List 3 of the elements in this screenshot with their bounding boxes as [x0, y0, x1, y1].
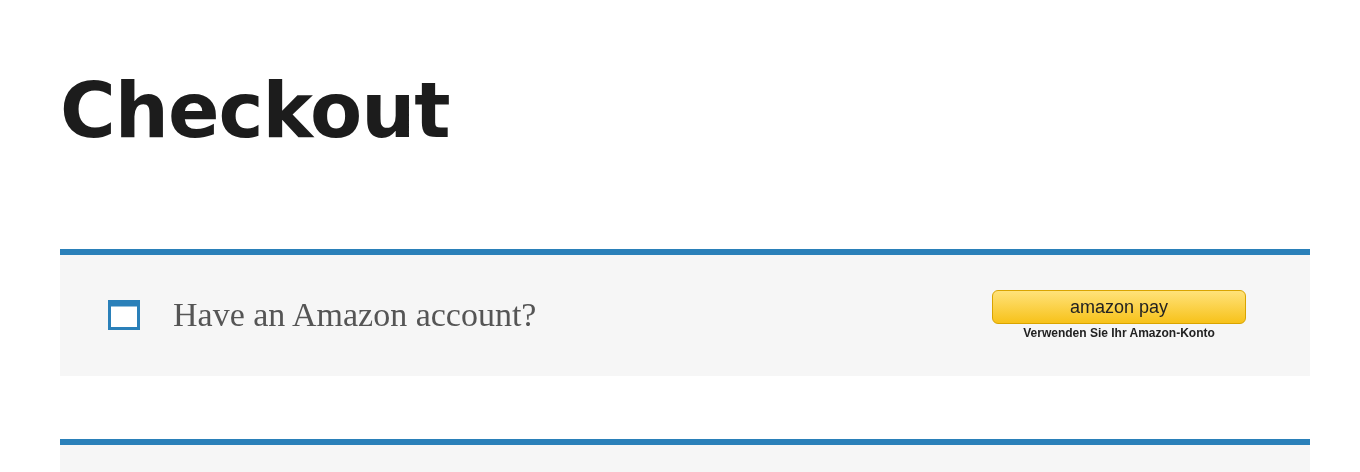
page-title: Checkout: [60, 65, 451, 157]
notice-text: Have an Amazon account?: [173, 296, 538, 335]
window-icon: [108, 300, 140, 331]
